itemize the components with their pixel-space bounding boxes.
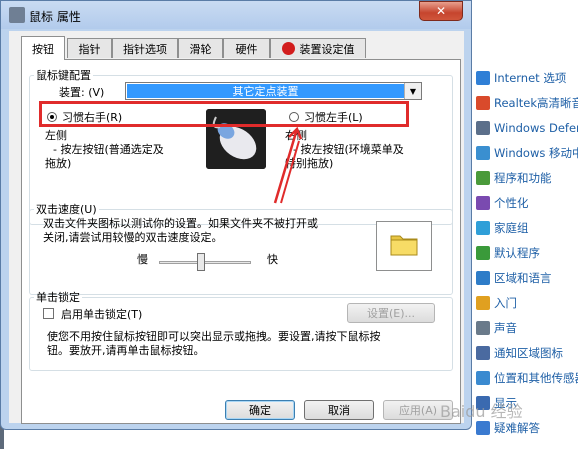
click-lock-label: 启用单击锁定(T) bbox=[61, 308, 143, 321]
click-lock-checkbox[interactable] bbox=[43, 308, 54, 319]
tab-pointer-options[interactable]: 指针选项 bbox=[112, 38, 178, 58]
highlight-box bbox=[39, 101, 409, 127]
tab-device-settings[interactable]: 装置设定值 bbox=[270, 38, 366, 58]
control-panel-item[interactable]: 个性化 bbox=[476, 193, 529, 213]
control-panel-item-label: Windows Defen bbox=[494, 121, 578, 135]
close-icon: ✕ bbox=[435, 4, 447, 18]
window-title: 鼠标 属性 bbox=[29, 10, 81, 24]
device-select[interactable]: 其它定点装置 ▼ bbox=[125, 82, 422, 100]
tab-label: 装置设定值 bbox=[299, 42, 355, 56]
control-panel-item-label: 通知区域图标 bbox=[494, 346, 563, 360]
slider-thumb[interactable] bbox=[197, 253, 205, 271]
button-label: 设置(E)... bbox=[366, 307, 416, 320]
mouse-app-icon bbox=[9, 7, 25, 23]
personalize-icon bbox=[476, 196, 490, 210]
tab-buttons[interactable]: 按钮 bbox=[21, 36, 65, 60]
control-panel-item-label: 程序和功能 bbox=[494, 171, 552, 185]
group-label: 单击锁定 bbox=[36, 291, 80, 304]
click-lock-desc-line2: 钮。要放开,请再单击鼠标按钮。 bbox=[47, 344, 205, 357]
control-panel-item[interactable]: 入门 bbox=[476, 293, 517, 313]
tab-label: 按钮 bbox=[32, 42, 54, 56]
control-panel-item[interactable]: Windows 移动中 bbox=[476, 143, 578, 163]
device-label: 装置: (V) bbox=[59, 86, 105, 99]
tab-label: 指针 bbox=[78, 42, 101, 56]
double-click-desc-line2: 关闭,请尝试用较慢的双击速度设定。 bbox=[43, 231, 223, 244]
programs-icon bbox=[476, 171, 490, 185]
folder-icon bbox=[390, 235, 418, 256]
troubleshoot-icon bbox=[476, 421, 490, 435]
control-panel-item-label: 疑难解答 bbox=[494, 421, 540, 435]
control-panel-item-label: 位置和其他传感器 bbox=[494, 371, 578, 385]
ok-button[interactable]: 确定 bbox=[225, 400, 295, 420]
tab-wheel[interactable]: 滑轮 bbox=[178, 38, 223, 58]
tab-label: 指针选项 bbox=[123, 42, 167, 56]
left-desc-line2: 拖放) bbox=[45, 157, 72, 170]
control-panel-item-label: 区域和语言 bbox=[494, 271, 552, 285]
dialog-client: 按钮 指针 指针选项 滑轮 硬件 装置设定值 鼠标键配置 装置: (V) 其它定… bbox=[9, 31, 464, 424]
synaptics-icon bbox=[281, 42, 295, 55]
getting-started-icon bbox=[476, 296, 490, 310]
control-panel-item[interactable]: 声音 bbox=[476, 318, 517, 338]
fast-label: 快 bbox=[267, 253, 278, 266]
title-bar[interactable]: 鼠标 属性 ✕ bbox=[1, 1, 471, 29]
chevron-down-icon[interactable]: ▼ bbox=[404, 83, 421, 99]
default-programs-icon bbox=[476, 246, 490, 260]
button-label: 确定 bbox=[249, 404, 271, 417]
click-lock-settings-button[interactable]: 设置(E)... bbox=[347, 303, 435, 323]
tab-label: 滑轮 bbox=[189, 42, 212, 56]
watermark: Baidu 经验 bbox=[440, 402, 523, 421]
group-label: 鼠标键配置 bbox=[36, 69, 91, 82]
region-icon bbox=[476, 271, 490, 285]
control-panel-item[interactable]: 家庭组 bbox=[476, 218, 529, 238]
control-panel-item[interactable]: 默认程序 bbox=[476, 243, 540, 263]
control-panel-item-label: 默认程序 bbox=[494, 246, 540, 260]
control-panel-list: Internet 选项 Realtek高清晰音 Windows Defen Windo… bbox=[472, 0, 578, 449]
button-label: 应用(A) bbox=[398, 404, 438, 417]
control-panel-item-label: 家庭组 bbox=[494, 221, 529, 235]
control-panel-item[interactable]: Internet 选项 bbox=[476, 68, 566, 88]
device-selected-value: 其它定点装置 bbox=[127, 84, 404, 98]
control-panel-item[interactable]: 区域和语言 bbox=[476, 268, 552, 288]
mobility-icon bbox=[476, 146, 490, 160]
control-panel-item[interactable]: Windows Defen bbox=[476, 118, 578, 138]
slider-track bbox=[159, 261, 251, 264]
globe-icon bbox=[476, 71, 490, 85]
control-panel-item-label: Windows 移动中 bbox=[494, 146, 578, 160]
control-panel-item-label: Realtek高清晰音 bbox=[494, 96, 578, 110]
button-label: 取消 bbox=[328, 404, 350, 417]
sound-icon bbox=[476, 321, 490, 335]
tab-hardware[interactable]: 硬件 bbox=[223, 38, 270, 58]
shield-icon bbox=[476, 121, 490, 135]
double-click-speed-slider[interactable] bbox=[159, 253, 251, 273]
control-panel-item[interactable]: 程序和功能 bbox=[476, 168, 552, 188]
tab-label: 硬件 bbox=[235, 42, 258, 56]
control-panel-item-label: 声音 bbox=[494, 321, 517, 335]
close-button[interactable]: ✕ bbox=[419, 1, 463, 21]
annotation-arrow bbox=[273, 126, 303, 204]
control-panel-item-label: Internet 选项 bbox=[494, 71, 567, 85]
control-panel-item[interactable]: 通知区域图标 bbox=[476, 343, 563, 363]
test-folder-box[interactable] bbox=[376, 221, 432, 271]
slow-label: 慢 bbox=[137, 253, 148, 266]
speaker-icon bbox=[476, 96, 490, 110]
tab-pointers[interactable]: 指针 bbox=[67, 38, 112, 58]
location-icon bbox=[476, 371, 490, 385]
notify-icon bbox=[476, 346, 490, 360]
control-panel-item[interactable]: 位置和其他传感器 bbox=[476, 368, 578, 388]
mouse-properties-dialog: 鼠标 属性 ✕ 按钮 指针 指针选项 滑轮 硬件 装置设定值 鼠标键配置 装置:… bbox=[0, 0, 472, 430]
homegroup-icon bbox=[476, 221, 490, 235]
cancel-button[interactable]: 取消 bbox=[304, 400, 374, 420]
control-panel-item-label: 入门 bbox=[494, 296, 517, 310]
control-panel-item-label: 个性化 bbox=[494, 196, 529, 210]
control-panel-header bbox=[472, 0, 578, 40]
control-panel-item[interactable]: Realtek高清晰音 bbox=[476, 93, 578, 113]
